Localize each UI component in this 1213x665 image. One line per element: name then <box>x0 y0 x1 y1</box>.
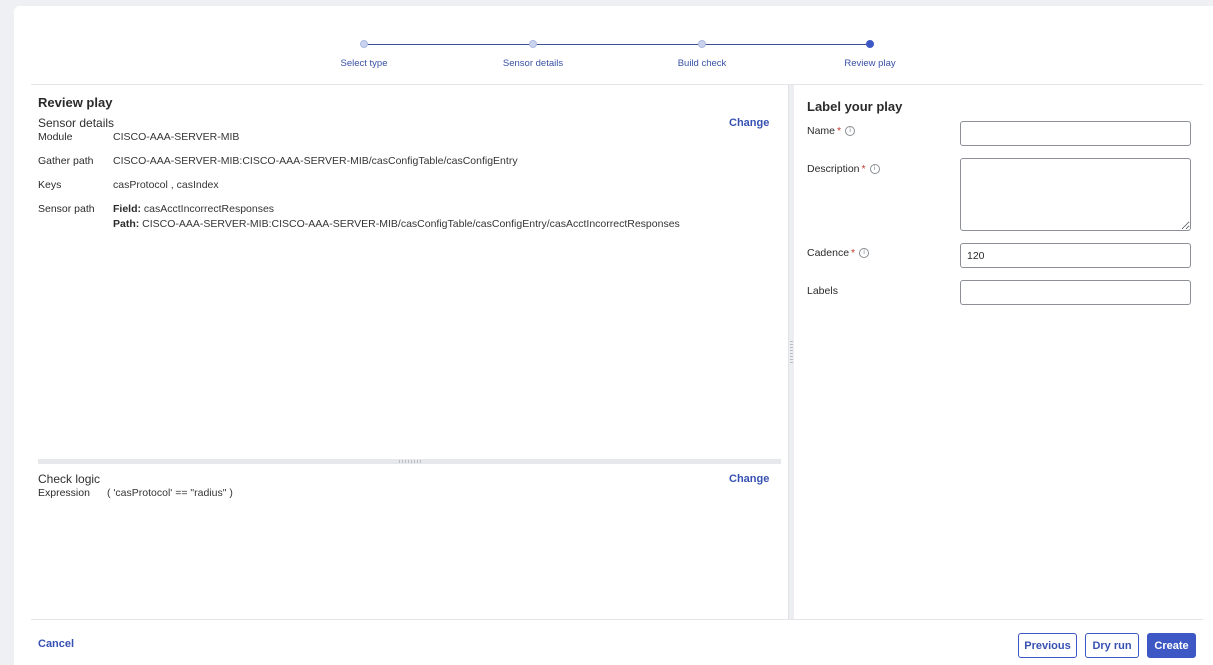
wizard-card: Select type Sensor details Build check R… <box>14 6 1213 665</box>
footer-divider <box>31 619 1203 620</box>
step-dot-select-type[interactable] <box>360 40 368 48</box>
check-logic-heading: Check logic <box>38 472 101 486</box>
cadence-label: Cadence * i <box>807 247 870 259</box>
name-label-text: Name <box>807 125 836 137</box>
step-label-select-type[interactable]: Select type <box>341 58 388 69</box>
module-value: CISCO-AAA-SERVER-MIB <box>113 131 240 143</box>
description-label-text: Description <box>807 163 860 175</box>
cadence-input[interactable] <box>960 243 1191 268</box>
expression-label: Expression <box>38 487 90 499</box>
keys-label: Keys <box>38 179 62 191</box>
cadence-label-text: Cadence <box>807 247 850 259</box>
sensor-path-field-value: casAcctIncorrectResponses <box>141 203 275 215</box>
grip-icon <box>790 341 793 363</box>
horizontal-split-handle[interactable] <box>38 459 781 464</box>
step-dot-build-check[interactable] <box>698 40 706 48</box>
module-label: Module <box>38 131 73 143</box>
sensor-path-path-label: Path: <box>113 218 140 230</box>
label-form-pane: Label your play Name * i Description * i Cad… <box>794 85 1203 619</box>
required-marker: * <box>837 125 842 137</box>
sensor-details-change-link[interactable]: Change <box>729 117 769 129</box>
name-input[interactable] <box>960 121 1191 146</box>
stepper-line <box>364 44 870 45</box>
cancel-link[interactable]: Cancel <box>38 638 74 650</box>
sensor-path-path: Path: CISCO-AAA-SERVER-MIB:CISCO-AAA-SER… <box>113 218 680 230</box>
expression-value: ( 'casProtocol' == "radius" ) <box>107 487 233 499</box>
description-label: Description * i <box>807 163 880 175</box>
sensor-path-field: Field: casAcctIncorrectResponses <box>113 203 274 215</box>
wizard-stepper: Select type Sensor details Build check R… <box>14 6 1213 86</box>
review-title: Review play <box>38 95 113 110</box>
step-label-build-check[interactable]: Build check <box>678 58 727 69</box>
grip-icon <box>399 460 421 463</box>
step-dot-sensor-details[interactable] <box>529 40 537 48</box>
create-button[interactable]: Create <box>1147 633 1196 658</box>
review-pane: Review play Sensor details Change Module… <box>31 85 788 619</box>
sensor-path-field-label: Field: <box>113 203 141 215</box>
form-title: Label your play <box>807 99 903 114</box>
keys-value: casProtocol , casIndex <box>113 179 219 191</box>
info-icon[interactable]: i <box>845 126 856 137</box>
required-marker: * <box>861 163 866 175</box>
sensor-details-heading: Sensor details <box>38 116 115 130</box>
step-dot-review-play <box>866 40 874 48</box>
sensor-path-path-value: CISCO-AAA-SERVER-MIB:CISCO-AAA-SERVER-MI… <box>139 218 680 230</box>
description-textarea[interactable] <box>960 158 1191 231</box>
step-label-review-play: Review play <box>844 58 896 69</box>
sensor-path-label: Sensor path <box>38 203 95 215</box>
previous-button[interactable]: Previous <box>1018 633 1077 658</box>
info-icon[interactable]: i <box>859 248 870 259</box>
step-label-sensor-details[interactable]: Sensor details <box>503 58 563 69</box>
labels-input[interactable] <box>960 280 1191 305</box>
gather-path-label: Gather path <box>38 155 94 167</box>
required-marker: * <box>851 247 856 259</box>
info-icon[interactable]: i <box>869 164 880 175</box>
name-label: Name * i <box>807 125 856 137</box>
gather-path-value: CISCO-AAA-SERVER-MIB:CISCO-AAA-SERVER-MI… <box>113 155 518 167</box>
labels-label: Labels <box>807 285 838 297</box>
dry-run-button[interactable]: Dry run <box>1085 633 1139 658</box>
check-logic-change-link[interactable]: Change <box>729 473 769 485</box>
